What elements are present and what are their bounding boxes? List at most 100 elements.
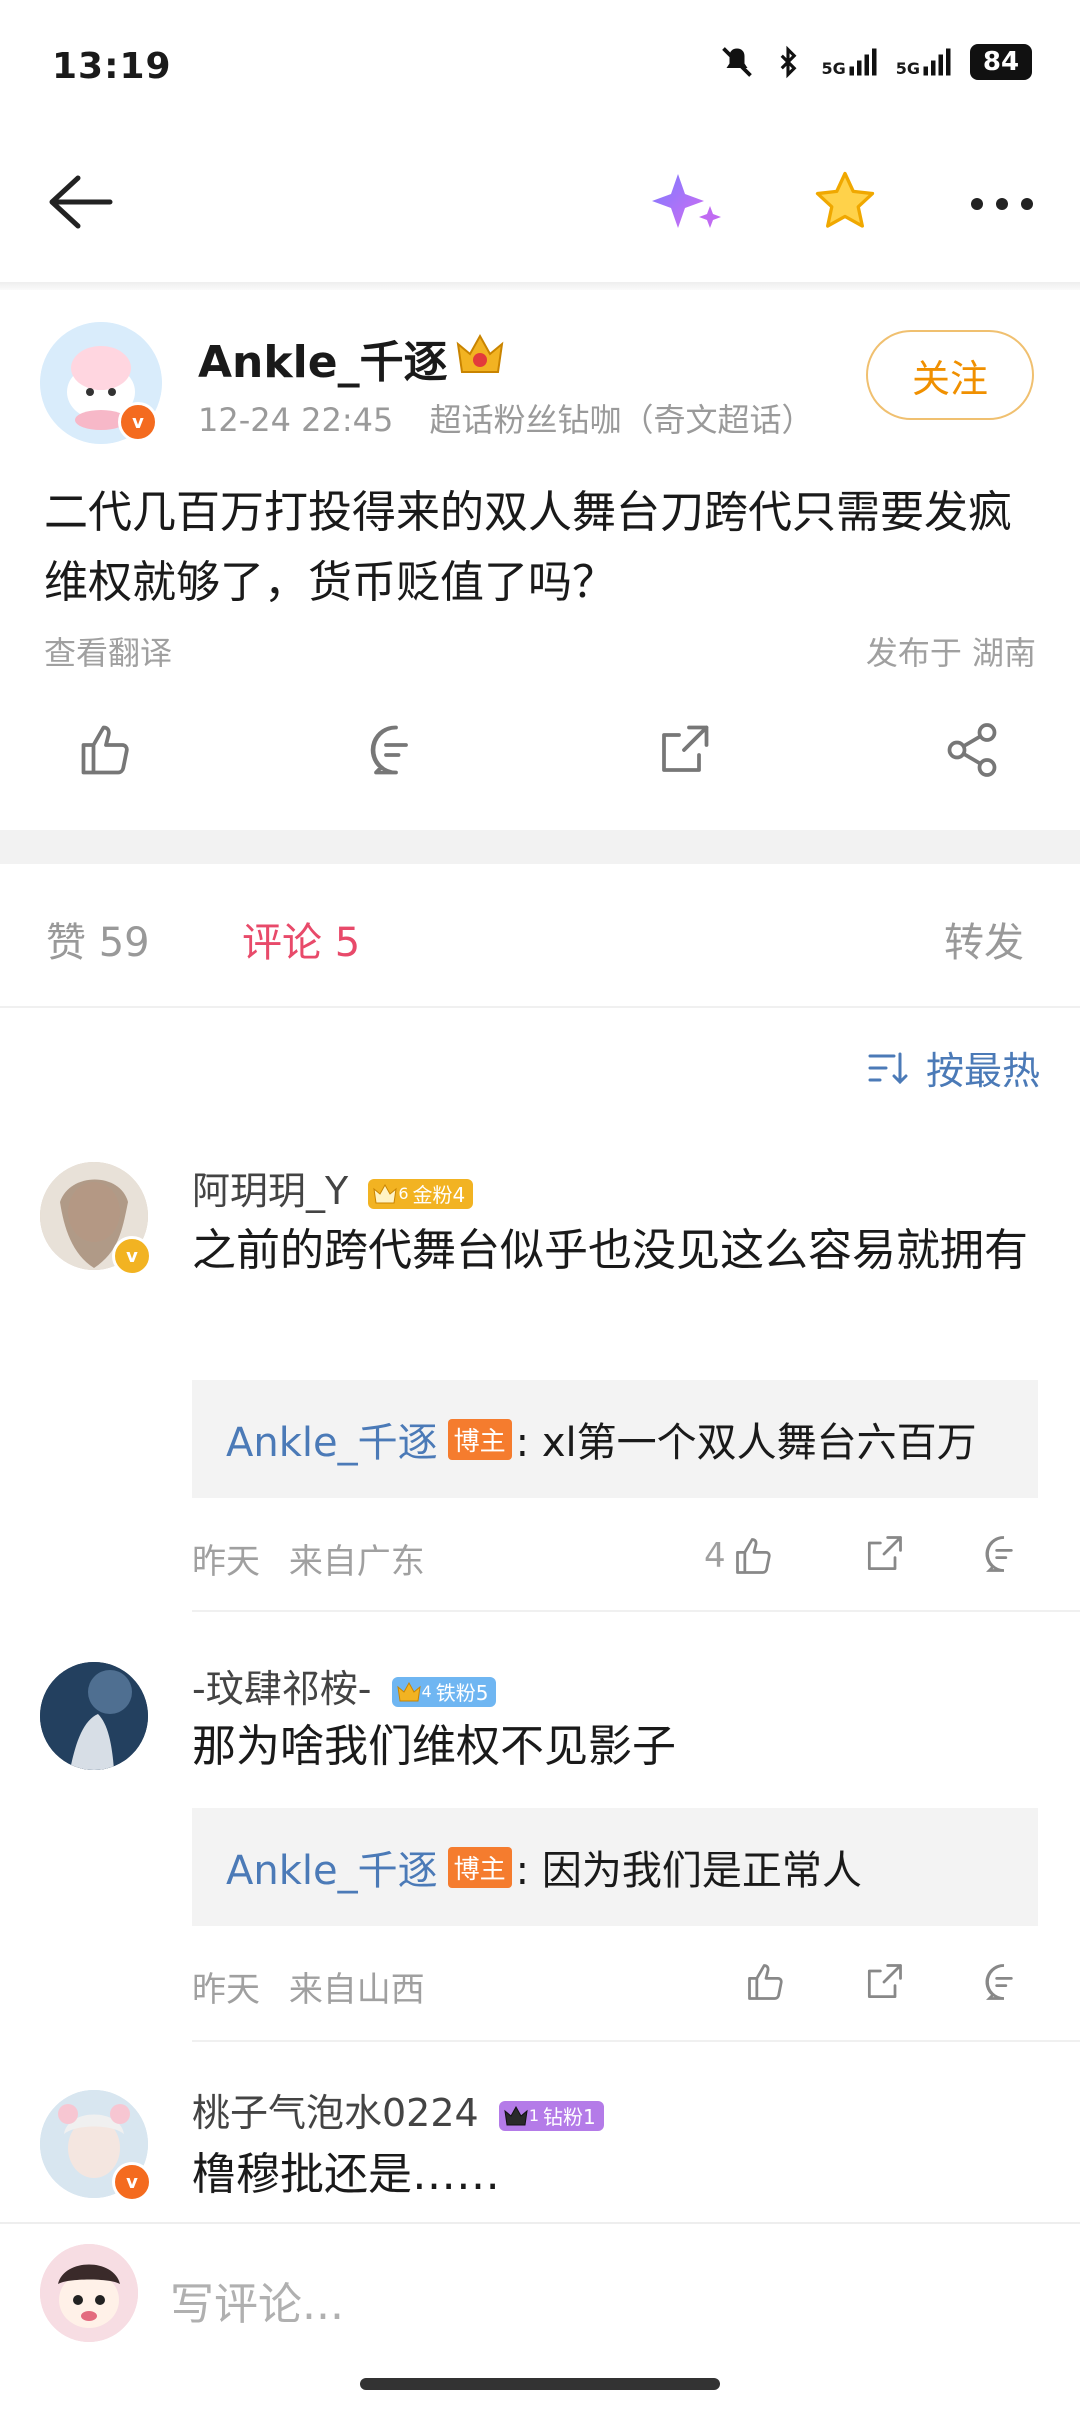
crown-icon bbox=[452, 330, 508, 382]
translate-link[interactable]: 查看翻译 bbox=[44, 628, 172, 674]
bluetooth-icon bbox=[781, 45, 797, 79]
follow-button[interactable]: 关注 bbox=[866, 330, 1034, 420]
tab-likes[interactable]: 赞 59 bbox=[46, 910, 150, 968]
signal-label-2: 5G bbox=[895, 59, 920, 78]
crown-icon bbox=[373, 1183, 397, 1203]
comment-icon bbox=[370, 725, 408, 775]
comment-text: 那为啥我们维权不见影子 bbox=[192, 1721, 676, 1772]
like-button[interactable] bbox=[76, 720, 136, 780]
comment-author-name[interactable]: 桃子气泡水0224 bbox=[192, 2091, 479, 2135]
comment-time: 昨天 bbox=[192, 1542, 260, 1582]
reply-box[interactable]: Ankle_千逐 博主 : 因为我们是正常人 bbox=[192, 1808, 1038, 1926]
comment-reply-button[interactable] bbox=[982, 1960, 1026, 2008]
reply-author[interactable]: Ankle_千逐 bbox=[226, 1410, 438, 1468]
fan-badge-label: 钻粉1 bbox=[543, 2105, 596, 2129]
reply-text: : 因为我们是正常人 bbox=[515, 1848, 862, 1894]
comment-location: 来自山西 bbox=[288, 1970, 425, 2010]
fan-level: 1 bbox=[528, 2106, 539, 2125]
host-tag: 博主 bbox=[447, 1418, 512, 1460]
comment-icon bbox=[985, 1964, 1013, 2000]
comment-repost-button[interactable] bbox=[862, 1960, 906, 2008]
fan-level: 6 bbox=[398, 1184, 409, 1203]
verified-badge: v bbox=[112, 1236, 152, 1276]
tab-comments[interactable]: 评论 5 bbox=[242, 910, 360, 968]
comment-avatar[interactable] bbox=[40, 1662, 148, 1770]
post-location: 发布于 湖南 bbox=[865, 634, 1036, 672]
crown-icon bbox=[504, 2105, 528, 2125]
thumbs-up-icon bbox=[735, 1538, 771, 1574]
repost-icon bbox=[662, 725, 709, 772]
comment-like-count: 4 bbox=[704, 1536, 726, 1576]
repost-button[interactable] bbox=[654, 720, 714, 780]
fan-level: 4 bbox=[421, 1682, 432, 1701]
more-button[interactable] bbox=[970, 196, 1034, 215]
more-icon bbox=[971, 198, 1033, 210]
signal-label-1: 5G bbox=[821, 59, 846, 78]
favorite-button[interactable] bbox=[810, 168, 880, 238]
comment-author[interactable]: -玟肆祁桉- 4 铁粉5 bbox=[192, 1658, 497, 1713]
reply-author[interactable]: Ankle_千逐 bbox=[226, 1838, 438, 1896]
comment-text: 之前的跨代舞台似乎也没见这么容易就拥有 bbox=[192, 1225, 1028, 1276]
sort-label: 按最热 bbox=[925, 1049, 1040, 1093]
comment-reply-button[interactable] bbox=[982, 1532, 1026, 1580]
comment-time: 昨天 bbox=[192, 1970, 260, 2010]
arrow-left-icon bbox=[49, 175, 113, 229]
my-avatar[interactable] bbox=[40, 2244, 138, 2342]
star-icon bbox=[815, 171, 875, 228]
post-meta: 12-24 22:45 超话粉丝钻咖（奇文超话） bbox=[198, 395, 814, 441]
crown-icon bbox=[396, 1681, 421, 1701]
share-button[interactable] bbox=[942, 720, 1002, 780]
comment-author-name[interactable]: -玟肆祁桉- bbox=[192, 1667, 371, 1711]
comment-meta: 昨天 来自山西 bbox=[192, 1962, 425, 2011]
sparkle-icon bbox=[652, 174, 721, 228]
verified-badge: v bbox=[118, 402, 158, 442]
repost-icon bbox=[867, 1536, 902, 1571]
nav-divider bbox=[0, 282, 1080, 290]
comment-input[interactable]: 写评论... bbox=[170, 2268, 344, 2332]
comment-like-button[interactable] bbox=[744, 1960, 788, 2008]
mute-bell-icon bbox=[722, 47, 753, 77]
host-tag: 博主 bbox=[447, 1846, 512, 1888]
signal-icon-1: 5G bbox=[821, 47, 877, 77]
tabs-divider bbox=[0, 1006, 1080, 1008]
share-icon bbox=[947, 723, 997, 777]
comment-author-name[interactable]: 阿玥玥_Y bbox=[192, 1169, 348, 1213]
fan-badge: 1 钻粉1 bbox=[498, 2100, 604, 2131]
signal-icon-2: 5G bbox=[896, 47, 952, 77]
post-source[interactable]: 超话粉丝钻咖（奇文超话） bbox=[430, 401, 814, 439]
verified-badge: v bbox=[112, 2162, 152, 2202]
tab-reposts[interactable]: 转发 bbox=[944, 910, 1024, 968]
thumbs-up-icon bbox=[81, 725, 129, 775]
sparkle-button[interactable] bbox=[648, 168, 728, 242]
thumbs-up-icon bbox=[748, 1964, 783, 2000]
sort-icon bbox=[868, 1052, 908, 1084]
battery-indicator: 84 bbox=[970, 44, 1032, 80]
comment-author[interactable]: 桃子气泡水0224 1 钻粉1 bbox=[192, 2082, 604, 2137]
comment-divider bbox=[192, 2040, 1080, 2042]
comment-text: 橹穆批还是…… bbox=[192, 2149, 500, 2200]
comment-repost-button[interactable] bbox=[862, 1532, 906, 1580]
comment-button[interactable] bbox=[366, 720, 426, 780]
comment-icon bbox=[985, 1536, 1013, 1572]
comment-location: 来自广东 bbox=[288, 1542, 425, 1582]
sort-button[interactable]: 按最热 bbox=[868, 1040, 1040, 1095]
reply-box[interactable]: Ankle_千逐 博主 : xl第一个双人舞台六百万 bbox=[192, 1380, 1038, 1498]
status-icons: 5G 5G 84 bbox=[719, 44, 1032, 80]
fan-badge: 4 铁粉5 bbox=[391, 1676, 497, 1707]
reply-text: : xl第一个双人舞台六百万 bbox=[515, 1420, 977, 1466]
section-divider bbox=[0, 830, 1080, 864]
home-indicator[interactable] bbox=[360, 2378, 720, 2390]
comment-author[interactable]: 阿玥玥_Y 6 金粉4 bbox=[192, 1160, 474, 1215]
fan-badge-label: 金粉4 bbox=[412, 1183, 466, 1207]
author-name[interactable]: Ankle_千逐 bbox=[198, 326, 448, 390]
back-button[interactable] bbox=[44, 172, 114, 236]
comment-like-button[interactable]: 4 bbox=[704, 1534, 776, 1578]
comment-meta: 昨天 来自广东 bbox=[192, 1534, 425, 1583]
fan-badge-label: 铁粉5 bbox=[435, 1681, 489, 1705]
comment-divider bbox=[192, 1610, 1080, 1612]
post-time: 12-24 22:45 bbox=[198, 401, 394, 439]
post-text: 二代几百万打投得来的双人舞台刀跨代只需要发疯维权就够了，货币贬值了吗？ bbox=[44, 487, 1012, 608]
status-time: 13:19 bbox=[52, 46, 172, 87]
fan-badge: 6 金粉4 bbox=[368, 1178, 474, 1209]
repost-icon bbox=[867, 1964, 902, 1999]
